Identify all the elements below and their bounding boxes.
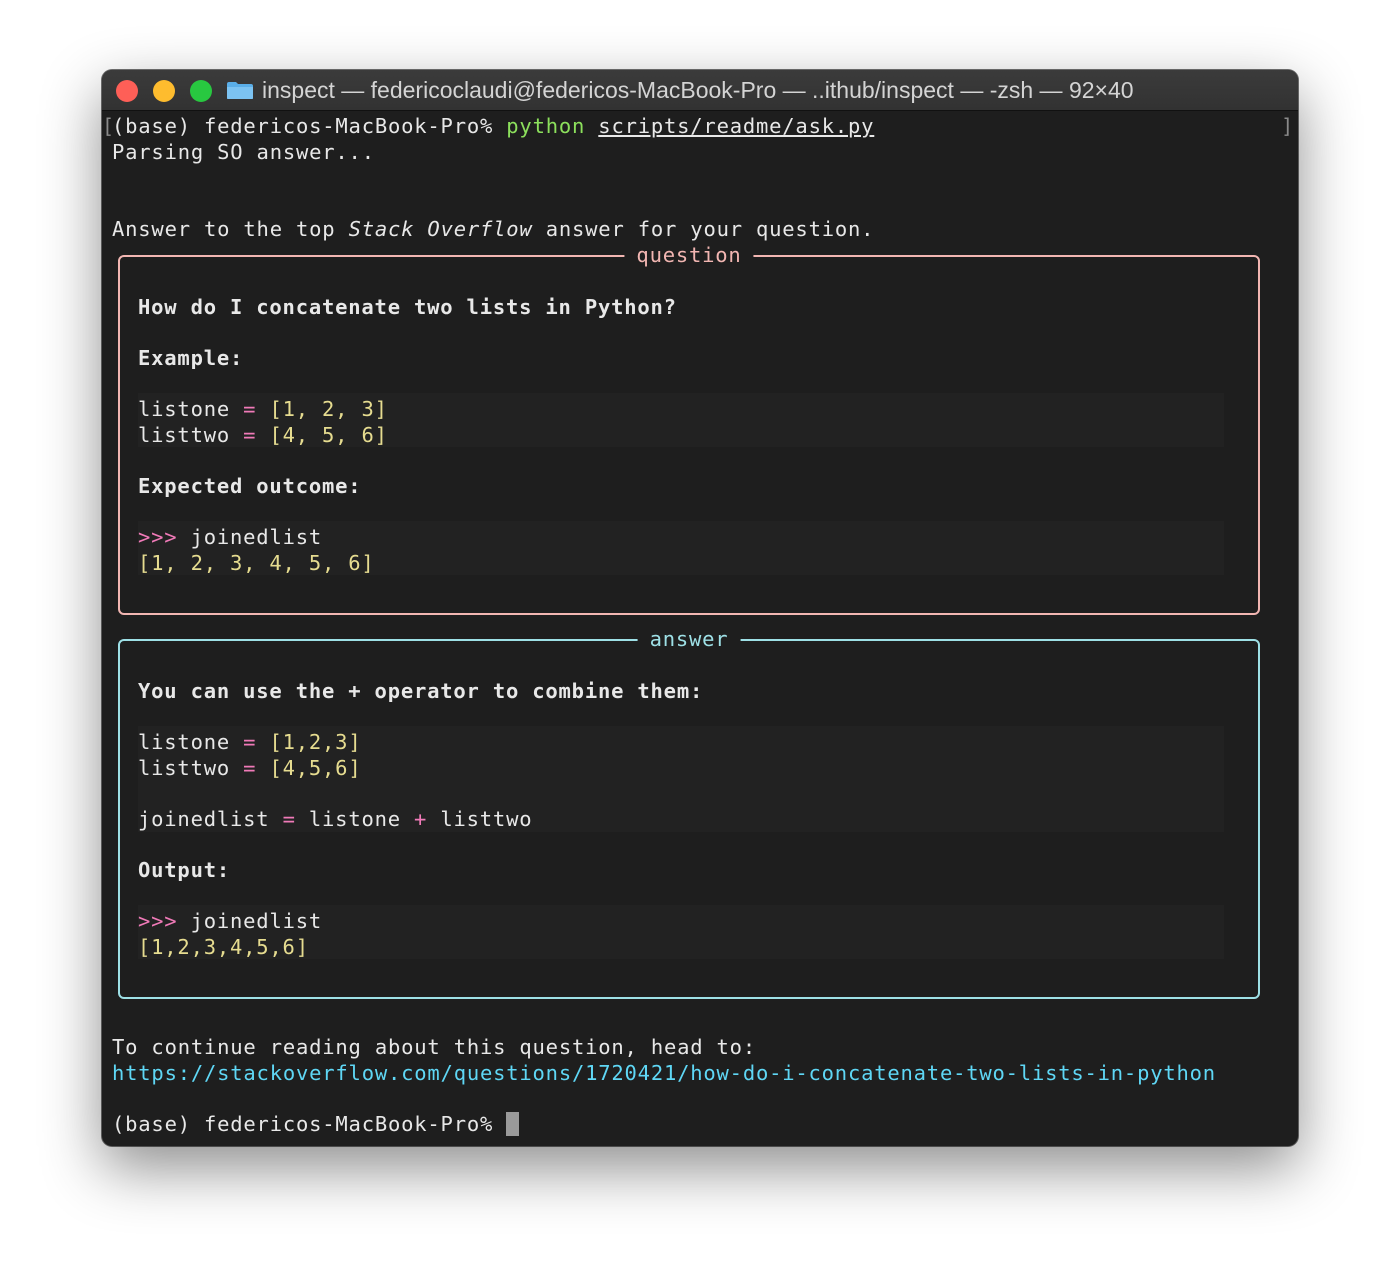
code-line: listtwo = [4, 5, 6] — [138, 423, 388, 447]
intro-line: Answer to the top Stack Overflow answer … — [112, 217, 874, 241]
continue-text: To continue reading about this question,… — [112, 1035, 756, 1059]
question-panel-title: question — [624, 243, 754, 267]
repl-prompt: >>> — [138, 525, 178, 549]
final-prompt-line[interactable]: (base) federicos-MacBook-Pro% — [112, 1112, 520, 1136]
example-label: Example: — [138, 346, 244, 370]
parsing-status: Parsing SO answer... — [112, 140, 375, 164]
folder-icon — [227, 82, 253, 99]
output-label: Output: — [138, 858, 230, 882]
intro-text-after: answer for your question. — [545, 217, 875, 241]
code-line: joinedlist = listone + listtwo — [138, 807, 532, 831]
expected-label: Expected outcome: — [138, 474, 362, 498]
code-identifier: joinedlist — [138, 807, 270, 831]
code-identifier: listone — [138, 730, 230, 754]
code-list: [1, 2, 3] — [269, 397, 388, 421]
code-line: listtwo = [4,5,6] — [138, 756, 361, 780]
code-line: listone = [1, 2, 3] — [138, 397, 388, 421]
mark-right-bracket: ] — [1281, 114, 1294, 138]
repl-output: [1, 2, 3, 4, 5, 6] — [138, 551, 375, 575]
shell-prompt: (base) federicos-MacBook-Pro% — [112, 114, 494, 138]
repl-line: >>> joinedlist — [138, 525, 322, 549]
repl-command: joinedlist — [190, 525, 323, 549]
code-identifier: listone — [308, 807, 401, 831]
repl-prompt: >>> — [138, 909, 178, 933]
code-operator: = — [243, 756, 257, 780]
code-identifier: listtwo — [138, 756, 230, 780]
question-heading: How do I concatenate two lists in Python… — [138, 295, 677, 319]
shell-prompt: (base) federicos-MacBook-Pro% — [112, 1112, 494, 1136]
code-operator: = — [243, 730, 257, 754]
minimize-button[interactable] — [153, 80, 175, 102]
code-list: [4,5,6] — [269, 756, 362, 780]
title-bar[interactable]: inspect — federicoclaudi@federicos-MacBo… — [102, 70, 1298, 111]
answer-panel: answer You can use the + operator to com… — [118, 627, 1260, 999]
code-operator: = — [243, 397, 257, 421]
command-name: python — [506, 114, 586, 138]
script-path: scripts/readme/ask.py — [598, 114, 875, 138]
code-identifier: listtwo — [440, 807, 533, 831]
terminal-content[interactable]: [ ] (base) federicos-MacBook-Pro% python… — [102, 111, 1298, 1146]
command-line: (base) federicos-MacBook-Pro% python scr… — [112, 114, 874, 138]
close-button[interactable] — [116, 80, 138, 102]
answer-panel-title: answer — [637, 627, 741, 651]
window-title: inspect — federicoclaudi@federicos-MacBo… — [262, 77, 1134, 103]
text-cursor — [506, 1112, 520, 1136]
answer-heading: You can use the + operator to combine th… — [138, 679, 704, 703]
code-identifier: listtwo — [138, 423, 230, 447]
code-identifier: listone — [138, 397, 230, 421]
code-operator: = — [282, 807, 296, 831]
intro-text-before: Answer to the top — [112, 217, 336, 241]
question-panel: question How do I concatenate two lists … — [118, 243, 1260, 615]
code-operator: = — [243, 423, 257, 447]
intro-text-italic: Stack Overflow — [348, 217, 533, 241]
repl-output: [1,2,3,4,5,6] — [138, 935, 309, 959]
code-list: [1,2,3] — [269, 730, 362, 754]
code-list: [4, 5, 6] — [269, 423, 388, 447]
repl-command: joinedlist — [190, 909, 323, 933]
stackoverflow-link[interactable]: https://stackoverflow.com/questions/1720… — [112, 1061, 1216, 1085]
repl-line: >>> joinedlist — [138, 909, 322, 933]
zoom-button[interactable] — [190, 80, 212, 102]
code-operator: + — [414, 807, 428, 831]
terminal-window: inspect — federicoclaudi@federicos-MacBo… — [102, 70, 1298, 1146]
code-line: listone = [1,2,3] — [138, 730, 361, 754]
